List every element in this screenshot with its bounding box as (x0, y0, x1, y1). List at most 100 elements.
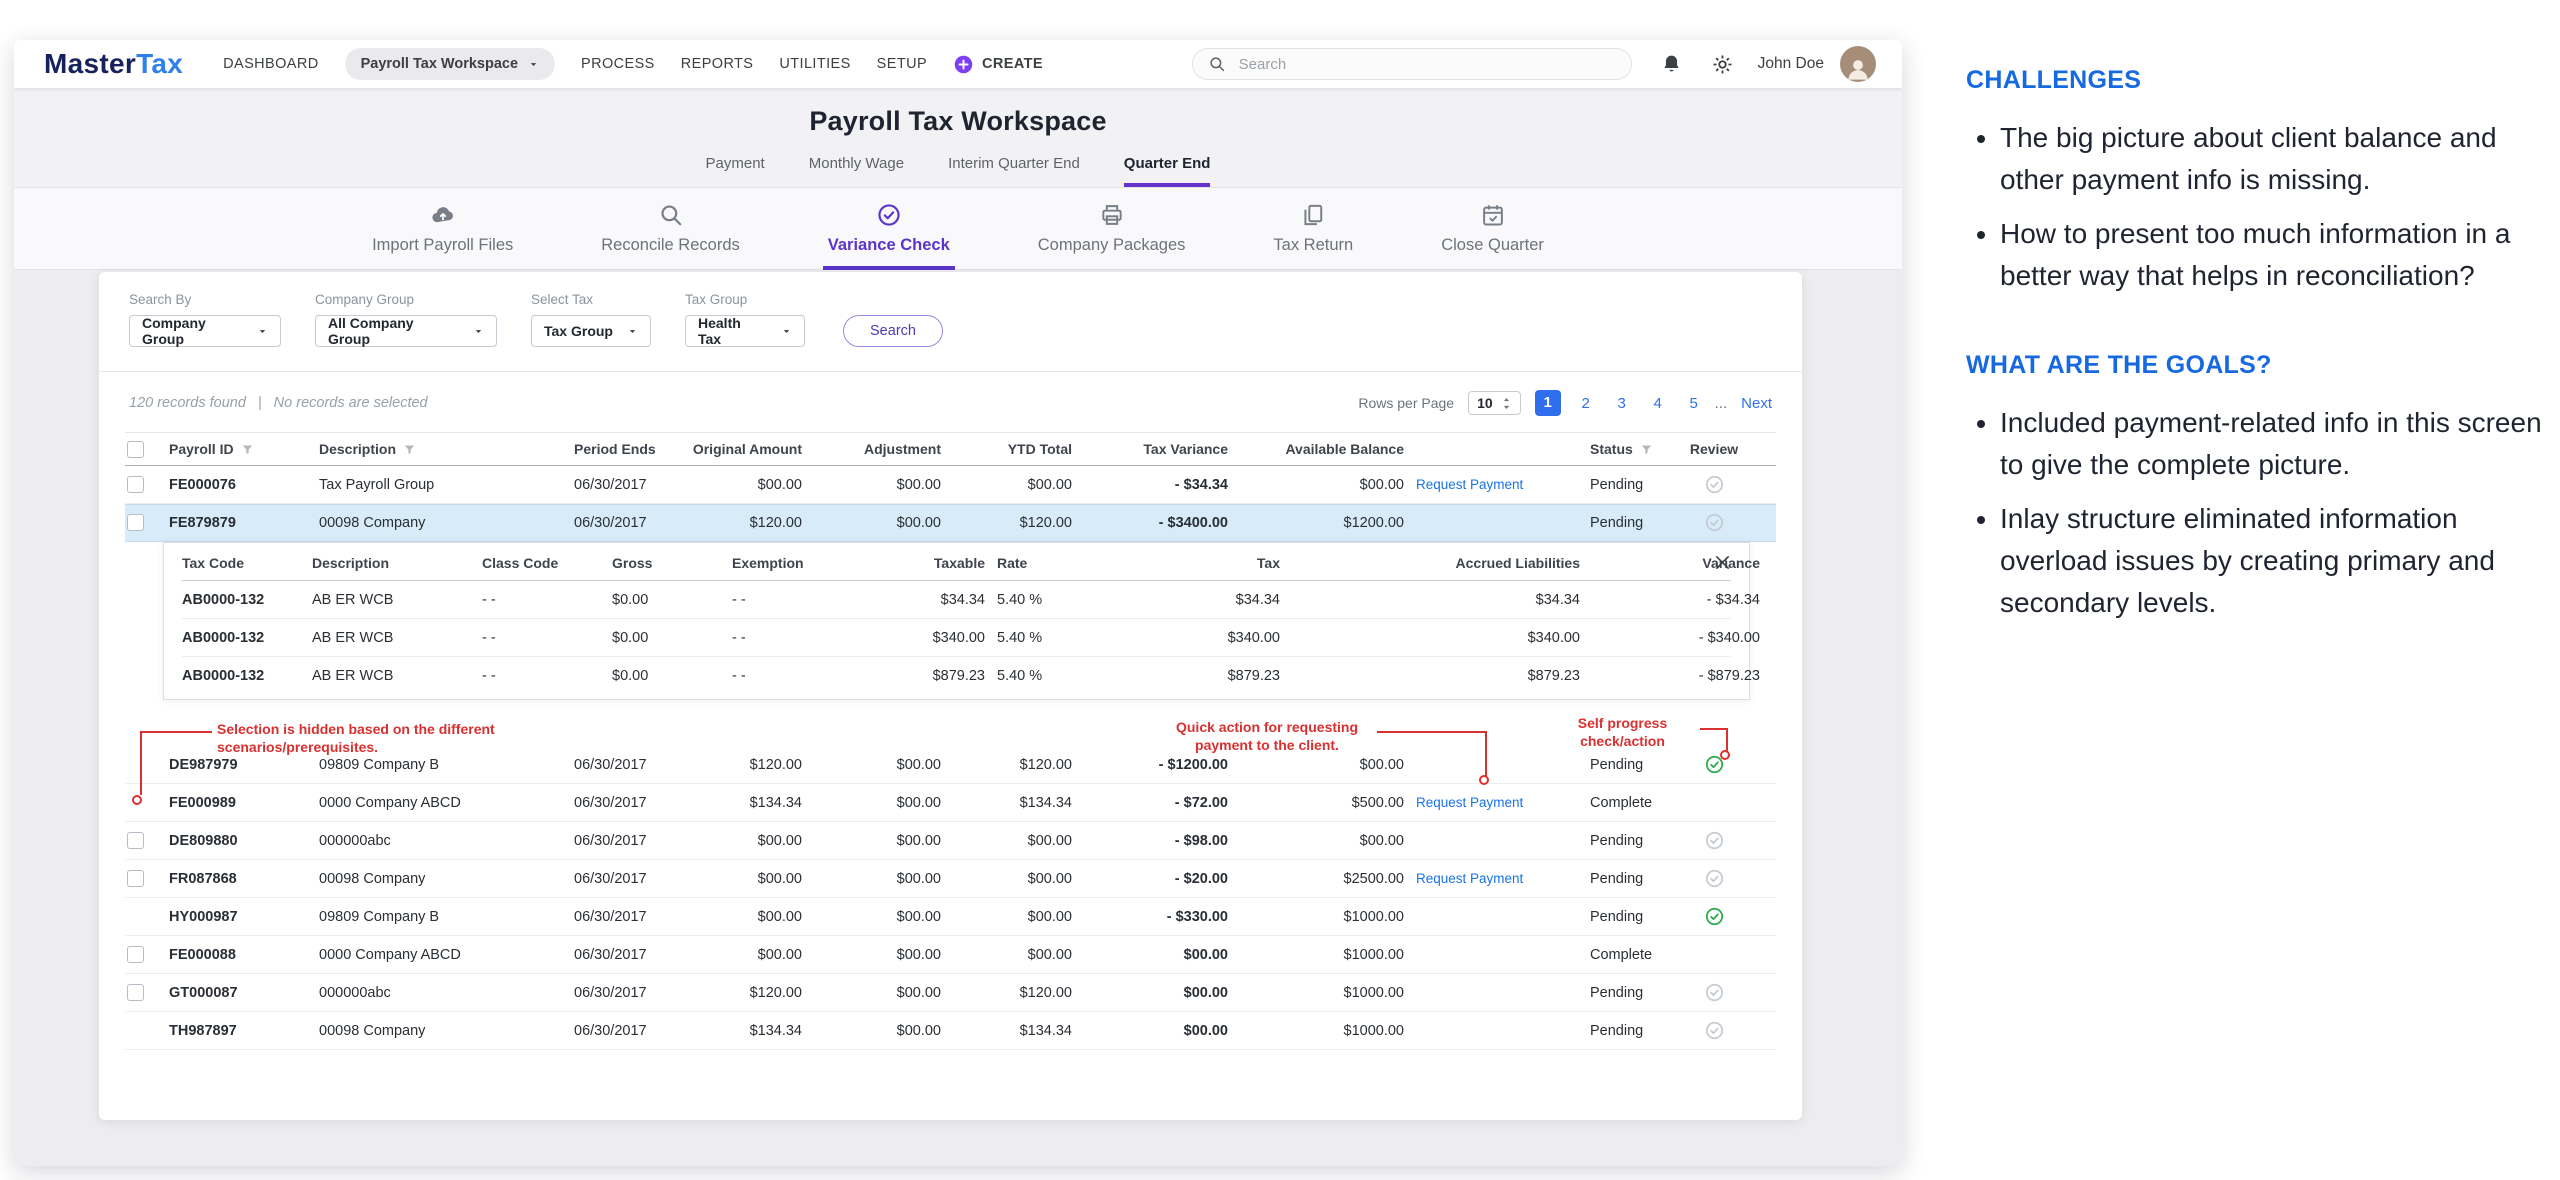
page-next-button[interactable]: Next (1741, 395, 1772, 412)
records-info: 120 records found | No records are selec… (129, 395, 428, 411)
column-header-description[interactable]: Description (319, 441, 574, 457)
table-row[interactable]: GT000087000000abc06/30/2017$120.00$00.00… (125, 974, 1776, 1012)
close-icon[interactable] (1712, 552, 1733, 573)
table-row[interactable]: FE0009890000 Company ABCD06/30/2017$134.… (125, 784, 1776, 822)
column-header-ytd-total: YTD Total (947, 441, 1078, 457)
review-cell (1674, 906, 1760, 927)
menu-reports[interactable]: REPORTS (681, 56, 754, 72)
user-avatar[interactable] (1840, 46, 1876, 82)
filter-funnel-icon[interactable] (403, 443, 416, 456)
row-checkbox[interactable] (127, 514, 144, 531)
table-row[interactable]: TH98789700098 Company06/30/2017$134.34$0… (125, 1012, 1776, 1050)
column-header-payroll-id[interactable]: Payroll ID (169, 441, 319, 457)
calendar-check-icon (1480, 202, 1506, 228)
challenges-list: The big picture about client balance and… (1966, 117, 2552, 297)
stepper-icon[interactable] (1501, 396, 1512, 411)
inlay-cell: AB ER WCB (312, 668, 482, 684)
review-check-icon[interactable] (1704, 830, 1725, 851)
rows-per-page-selector[interactable]: 10 (1468, 391, 1521, 415)
filter-funnel-icon[interactable] (241, 443, 254, 456)
tab-interim-quarter-end[interactable]: Interim Quarter End (948, 155, 1080, 187)
row-select-cell (125, 476, 169, 493)
page-button-5[interactable]: 5 (1683, 395, 1705, 412)
column-header-status[interactable]: Status (1544, 441, 1674, 457)
table-row[interactable]: HY00098709809 Company B06/30/2017$00.00$… (125, 898, 1776, 936)
select-all-checkbox[interactable] (127, 441, 144, 458)
menu-process[interactable]: PROCESS (581, 56, 655, 72)
row-checkbox[interactable] (127, 870, 144, 887)
toolbar-tax-return[interactable]: Tax Return (1229, 188, 1397, 269)
workspace-selector[interactable]: Payroll Tax Workspace (345, 48, 555, 80)
user-name[interactable]: John Doe (1758, 55, 1824, 73)
settings-gear-icon[interactable] (1711, 53, 1734, 76)
review-check-icon[interactable] (1704, 1020, 1725, 1041)
table-row[interactable]: FE0000880000 Company ABCD06/30/2017$00.0… (125, 936, 1776, 974)
search-by-dropdown[interactable]: Company Group (129, 315, 281, 347)
tab-payment[interactable]: Payment (706, 155, 765, 187)
tab-quarter-end[interactable]: Quarter End (1124, 155, 1211, 187)
inlay-cell: $879.23 (877, 668, 997, 684)
tax-group-dropdown[interactable]: Health Tax (685, 315, 805, 347)
tab-monthly-wage[interactable]: Monthly Wage (809, 155, 904, 187)
request-payment-link[interactable]: Request Payment (1416, 477, 1523, 492)
process-toolbar: Import Payroll Files Reconcile Records V… (14, 188, 1902, 270)
page-button-4[interactable]: 4 (1647, 395, 1669, 412)
notifications-bell-icon[interactable] (1660, 53, 1683, 76)
original-amount-cell: $00.00 (684, 909, 808, 925)
goal-item: Inlay structure eliminated information o… (2000, 498, 2552, 624)
balance-amount: $1200.00 (1234, 515, 1404, 531)
column-header-period-ends: Period Ends (574, 441, 684, 457)
review-check-icon[interactable] (1704, 982, 1725, 1003)
select-tax-dropdown[interactable]: Tax Group (531, 315, 651, 347)
request-payment-link[interactable]: Request Payment (1416, 871, 1523, 886)
description-cell: 000000abc (319, 833, 574, 849)
menu-utilities[interactable]: UTILITIES (779, 56, 850, 72)
chevron-down-icon (257, 326, 268, 337)
inlay-cell: AB0000-132 (182, 592, 312, 608)
review-check-icon[interactable] (1704, 512, 1725, 533)
review-check-icon[interactable] (1704, 474, 1725, 495)
goal-item: Included payment-related info in this sc… (2000, 402, 2552, 486)
row-checkbox[interactable] (127, 832, 144, 849)
toolbar-import-payroll-files[interactable]: Import Payroll Files (328, 188, 557, 269)
review-check-icon[interactable] (1704, 868, 1725, 889)
adjustment-cell: $00.00 (808, 871, 947, 887)
inlay-cell: $340.00 (1122, 630, 1292, 646)
row-checkbox[interactable] (127, 946, 144, 963)
copy-icon (1300, 202, 1326, 228)
table-row[interactable]: FE000076Tax Payroll Group06/30/2017$00.0… (125, 466, 1776, 504)
column-label: Status (1590, 441, 1633, 457)
original-amount-cell: $134.34 (684, 1023, 808, 1039)
payroll-id-cell: FE879879 (169, 515, 319, 531)
table-row[interactable]: DE809880000000abc06/30/2017$00.00$00.00$… (125, 822, 1776, 860)
search-button[interactable]: Search (843, 315, 943, 347)
menu-setup[interactable]: SETUP (877, 56, 927, 72)
toolbar-label: Company Packages (1038, 236, 1186, 255)
toolbar-close-quarter[interactable]: Close Quarter (1397, 188, 1588, 269)
original-amount-cell: $120.00 (684, 757, 808, 773)
menu-create[interactable]: CREATE (953, 54, 1043, 75)
toolbar-variance-check[interactable]: Variance Check (784, 188, 994, 269)
menu-dashboard[interactable]: DASHBOARD (223, 56, 318, 72)
toolbar-company-packages[interactable]: Company Packages (994, 188, 1230, 269)
row-checkbox[interactable] (127, 476, 144, 493)
toolbar-reconcile-records[interactable]: Reconcile Records (557, 188, 783, 269)
page-button-2[interactable]: 2 (1575, 395, 1597, 412)
filter-funnel-icon[interactable] (1640, 443, 1653, 456)
review-check-icon[interactable] (1704, 906, 1725, 927)
description-cell: 00098 Company (319, 871, 574, 887)
company-group-dropdown[interactable]: All Company Group (315, 315, 497, 347)
table-row[interactable]: FE87987900098 Company06/30/2017$120.00$0… (125, 504, 1776, 542)
table-row[interactable]: FR08786800098 Company06/30/2017$00.00$00… (125, 860, 1776, 898)
payroll-id-cell: FR087868 (169, 871, 319, 887)
inlay-cell: AB ER WCB (312, 592, 482, 608)
page-button-1[interactable]: 1 (1535, 390, 1561, 416)
row-checkbox[interactable] (127, 984, 144, 1001)
search-input[interactable] (1192, 48, 1632, 80)
review-cell (1674, 830, 1760, 851)
review-check-icon[interactable] (1704, 754, 1725, 775)
request-payment-link[interactable]: Request Payment (1416, 795, 1523, 810)
filter-bar: Search By Company Group Company Group Al… (99, 272, 1802, 372)
page-button-3[interactable]: 3 (1611, 395, 1633, 412)
table-row[interactable]: DE98797909809 Company B06/30/2017$120.00… (125, 746, 1776, 784)
